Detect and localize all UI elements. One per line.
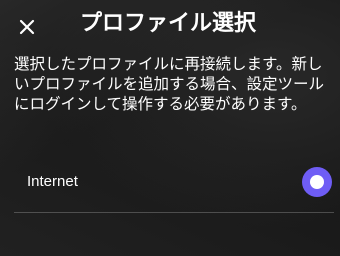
radio-dot <box>310 175 324 189</box>
close-icon <box>19 19 35 35</box>
radio-selected-icon <box>302 167 332 197</box>
page-title: プロファイル選択 <box>80 11 257 36</box>
profile-item-internet[interactable]: Internet <box>0 162 340 202</box>
profile-label: Internet <box>27 173 78 190</box>
header: プロファイル選択 <box>0 0 340 52</box>
description-text: 選択したプロファイルに再接続します。新しいプロファイルを追加する場合、設定ツール… <box>14 55 325 113</box>
profile-radio[interactable] <box>300 165 334 199</box>
close-button[interactable] <box>14 14 40 40</box>
divider <box>14 212 334 213</box>
profile-select-screen: プロファイル選択 選択したプロファイルに再接続します。新しいプロファイルを追加す… <box>0 0 340 256</box>
